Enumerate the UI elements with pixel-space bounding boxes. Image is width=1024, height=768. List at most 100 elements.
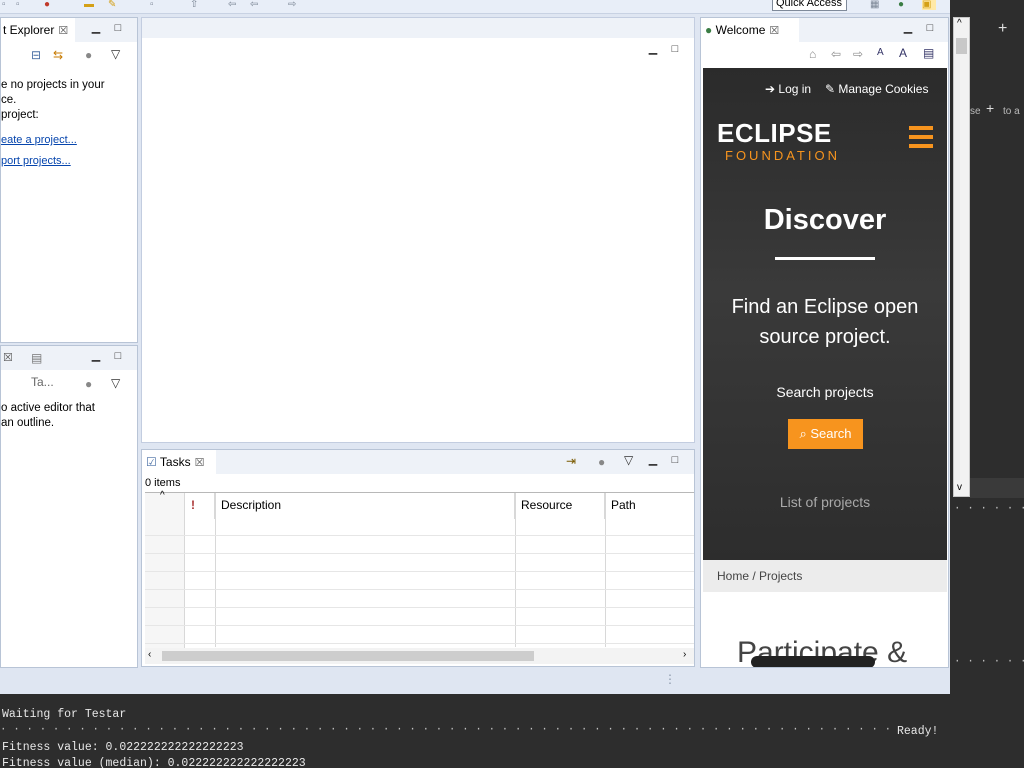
foundation-label: FOUNDATION (725, 148, 840, 163)
view-menu-icon[interactable]: ▽ (111, 376, 120, 390)
column-path[interactable]: Path (605, 493, 694, 519)
import-projects-link[interactable]: port projects... (1, 154, 133, 169)
tasks-icon: ☑ (146, 455, 157, 469)
font-larger-icon[interactable]: A (899, 46, 907, 60)
debug-icon[interactable]: ● (44, 0, 58, 10)
login-link[interactable]: ➔ Log in (765, 82, 811, 96)
maximize-icon[interactable]: □ (111, 22, 125, 34)
minimize-icon[interactable]: ▁ (89, 350, 103, 362)
list-of-projects-link[interactable]: List of projects (703, 494, 947, 510)
scroll-thumb[interactable] (162, 651, 534, 661)
tab-project-explorer[interactable]: t Explorer ☒ (1, 18, 75, 42)
maximize-icon[interactable]: □ (923, 22, 937, 34)
ready-label: Ready! (897, 725, 939, 738)
row-line (145, 571, 694, 572)
column-resource[interactable]: Resource (515, 493, 605, 519)
console-line: Fitness value: 0.022222222222222223 (2, 741, 244, 754)
back-icon[interactable]: ⇦ (831, 47, 841, 61)
item-count: 0 items (145, 477, 181, 489)
row-line (145, 643, 694, 644)
tab-task-list[interactable]: ▤ Ta... (25, 346, 71, 389)
close-icon[interactable]: ☒ (769, 25, 779, 37)
welcome-tab-row: ● Welcome ☒ ▁ □ (701, 18, 948, 42)
find-project-text: Find an Eclipse open source project. (731, 296, 919, 348)
welcome-icon: ● (705, 23, 713, 37)
maximize-icon[interactable]: □ (668, 43, 682, 55)
focus-task-icon[interactable]: ⇥ (566, 454, 576, 468)
open-folder-icon[interactable]: ▬ (84, 0, 98, 10)
row-line (145, 589, 694, 590)
close-icon[interactable]: ☒ (195, 457, 205, 469)
toolbar-icon[interactable]: ▫ (150, 0, 164, 10)
filter-icon[interactable]: ● (85, 377, 92, 391)
vertical-scrollbar[interactable]: ^ v (953, 17, 970, 497)
add-icon[interactable]: + (986, 100, 994, 116)
scroll-down-icon[interactable]: v (957, 482, 962, 493)
search-button[interactable]: ⌕ Search (788, 419, 863, 449)
hamburger-menu-icon[interactable] (909, 126, 933, 152)
column-priority[interactable]: ! (185, 493, 215, 519)
close-icon[interactable]: ☒ (58, 25, 68, 37)
maximize-icon[interactable]: □ (668, 454, 682, 466)
minimize-icon[interactable]: ▁ (646, 43, 660, 55)
console-line: Waiting for Testar (2, 708, 127, 721)
java-perspective-icon[interactable]: ▣ (922, 0, 936, 10)
scroll-right-icon[interactable]: › (683, 649, 686, 660)
add-icon[interactable]: + (998, 20, 1007, 38)
scroll-up-icon[interactable]: ^ (957, 18, 962, 29)
quick-access-input[interactable]: Quick Access (772, 0, 847, 11)
breadcrumb-separator: / (752, 569, 756, 583)
scroll-thumb[interactable] (956, 38, 967, 54)
toolbar-icon[interactable]: ▫ (2, 0, 16, 10)
toolbar-icon[interactable]: ⇧ (190, 0, 204, 10)
create-project-link[interactable]: eate a project... (1, 133, 133, 148)
column-description[interactable]: Description (215, 493, 515, 519)
link-editor-icon[interactable]: ⇆ (53, 48, 63, 62)
back-icon[interactable]: ⇦ (228, 0, 242, 10)
filter-icon[interactable]: ● (598, 455, 605, 469)
back-icon[interactable]: ⇦ (250, 0, 264, 10)
manage-cookies-link[interactable]: ✎ Manage Cookies (825, 82, 928, 96)
separator-dots: · · · · · · · · · · · · · · · (954, 503, 1024, 515)
filter-icon[interactable]: ● (85, 48, 92, 62)
tab-welcome[interactable]: ● Welcome ☒ (701, 18, 799, 42)
message-line: project: (1, 109, 39, 121)
perspective-icon[interactable]: ● (898, 0, 912, 10)
forward-icon[interactable]: ⇨ (853, 47, 863, 61)
scroll-left-icon[interactable]: ‹ (148, 649, 151, 660)
collapse-all-icon[interactable]: ⊟ (31, 48, 41, 62)
breadcrumb-projects[interactable]: Projects (759, 569, 802, 583)
font-smaller-icon[interactable]: A (877, 47, 884, 58)
view-menu-icon[interactable]: ▽ (624, 453, 633, 467)
minimize-icon[interactable]: ▁ (901, 22, 915, 34)
wand-icon[interactable]: ✎ (108, 0, 122, 10)
close-icon[interactable]: ☒ (3, 351, 13, 364)
customize-icon[interactable]: ▤ (923, 46, 934, 60)
perspective-icon[interactable]: ▦ (870, 0, 884, 10)
forward-icon[interactable]: ⇨ (288, 0, 302, 10)
editor-area[interactable]: ▁ □ (141, 17, 695, 443)
message-line: ce. (1, 94, 17, 106)
maximize-icon[interactable]: □ (111, 350, 125, 362)
breadcrumb-home[interactable]: Home (717, 569, 749, 583)
project-explorer-panel: t Explorer ☒ ▁ □ ⊟ ⇆ ● ▽ e no projects in… (0, 17, 138, 343)
view-menu-icon[interactable]: ▽ (111, 47, 120, 61)
toolbar-icon[interactable]: ▫ (16, 0, 30, 10)
home-icon[interactable]: ⌂ (809, 47, 816, 61)
minimize-icon[interactable]: ▁ (89, 22, 103, 34)
console-output: Waiting for Testar · · · · · · · · · · ·… (0, 694, 950, 768)
sort-up-icon[interactable]: ^ (160, 490, 165, 501)
eclipse-logo[interactable]: ECLIPSE (717, 118, 832, 149)
column-divider (515, 493, 516, 647)
column-divider (215, 493, 216, 647)
message-line: e no projects in your (1, 79, 105, 91)
minimize-icon[interactable]: ▁ (646, 454, 660, 466)
hint-label: to a (1003, 106, 1020, 117)
tab-label: Tasks (159, 455, 191, 469)
right-strip (970, 478, 1024, 498)
tab-tasks[interactable]: ☑ Tasks ☒ (142, 450, 216, 474)
main-toolbar: ▫ ▫ ● ▬ ✎ ▫ ⇧ ⇦ ⇦ ⇨ Quick Access ▦ ● ▣ (0, 0, 950, 14)
tasks-table: ^ ! Description Resource Path (145, 490, 694, 648)
row-line (145, 535, 694, 536)
horizontal-scrollbar[interactable]: ‹ › (145, 648, 694, 664)
